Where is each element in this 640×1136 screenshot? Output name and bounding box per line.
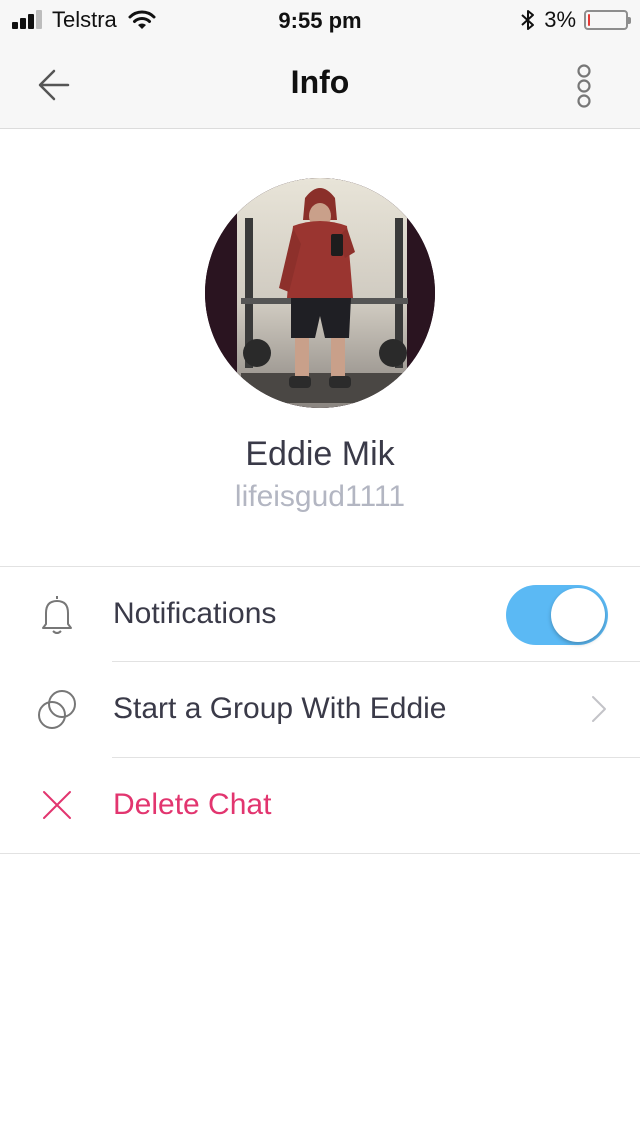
- battery-nub: [628, 17, 631, 24]
- battery-icon: [584, 10, 631, 30]
- notifications-label: Notifications: [113, 597, 277, 630]
- more-vertical-icon: [577, 64, 591, 108]
- divider: [0, 853, 640, 854]
- profile-username: lifeisgud1111: [234, 480, 406, 513]
- profile-name: Eddie Mik: [245, 435, 395, 473]
- start-group-row[interactable]: Start a Group With Eddie: [0, 662, 640, 757]
- status-bar: Telstra 9:55 pm 3%: [0, 0, 640, 40]
- page-title: Info: [290, 64, 350, 100]
- toggle-knob: [551, 588, 605, 642]
- battery-percent: 3%: [544, 7, 576, 32]
- profile-photo: [205, 178, 435, 408]
- notifications-row: Notifications: [0, 567, 640, 662]
- delete-chat-label: Delete Chat: [113, 788, 272, 821]
- battery-fill: [588, 14, 590, 26]
- chevron-right-icon: [592, 696, 606, 722]
- bell-icon: [42, 596, 72, 634]
- more-options-button[interactable]: [568, 62, 600, 110]
- group-circles-icon: [38, 690, 76, 729]
- screen: Telstra 9:55 pm 3% Info Eddie Mik lifeis…: [0, 0, 640, 1136]
- close-icon: [43, 791, 71, 819]
- start-group-label: Start a Group With Eddie: [113, 692, 447, 725]
- nav-bar: Info: [0, 40, 640, 129]
- delete-chat-row[interactable]: Delete Chat: [0, 758, 640, 853]
- bluetooth-icon: [521, 10, 535, 30]
- notifications-toggle[interactable]: [506, 585, 608, 645]
- avatar[interactable]: [205, 178, 435, 408]
- status-right: 3%: [520, 7, 631, 32]
